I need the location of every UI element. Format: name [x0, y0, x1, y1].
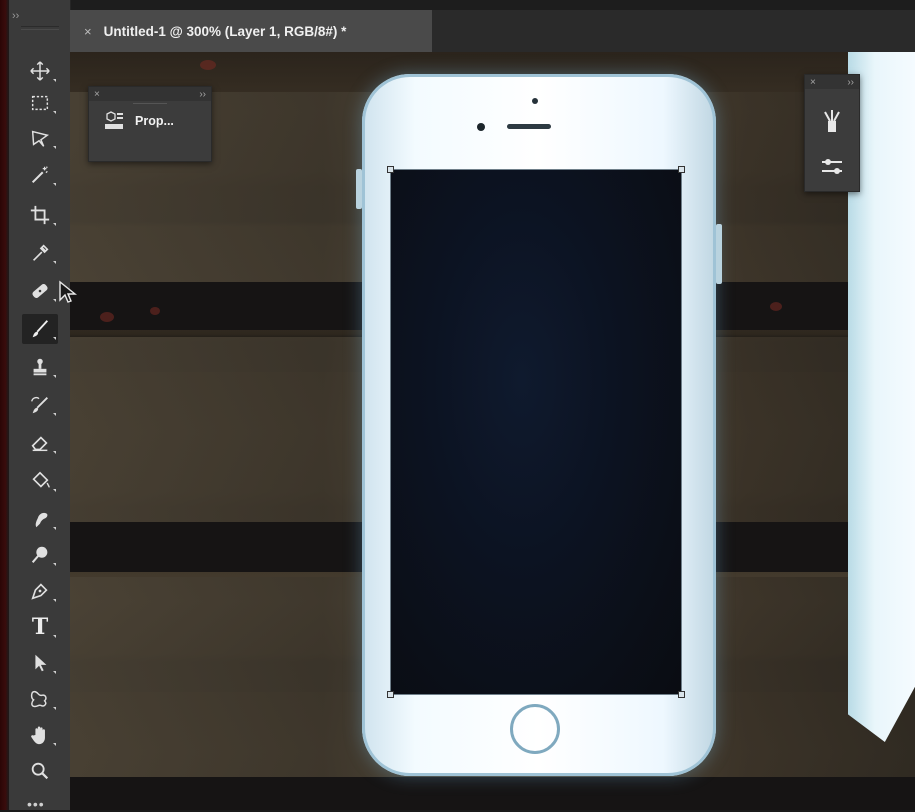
type-tool[interactable]: T [22, 612, 58, 642]
tools-panel: ›› T ••• [9, 0, 71, 812]
panel-close-icon[interactable]: × [94, 89, 100, 100]
phone-speaker [507, 124, 551, 129]
properties-panel: × ›› Prop... [88, 86, 212, 162]
crop-tool[interactable] [22, 200, 58, 230]
properties-icon [105, 111, 123, 129]
mouse-cursor [59, 280, 77, 303]
eyedropper-icon [32, 244, 49, 261]
transform-handle[interactable] [387, 691, 394, 698]
panel-expand-icon[interactable]: ›› [199, 89, 206, 100]
path-selection-tool[interactable] [22, 648, 58, 678]
right-panel-dock: × ›› [804, 74, 860, 192]
paint-bucket-icon [32, 471, 50, 488]
hand-icon [31, 726, 45, 745]
phone-sensor [532, 98, 538, 104]
eyedropper-tool[interactable] [22, 238, 58, 268]
properties-panel-label: Prop... [135, 114, 174, 128]
move-icon [30, 61, 50, 81]
magic-wand-icon [31, 166, 48, 184]
smudge-icon [35, 512, 48, 528]
brush-settings-button[interactable] [818, 107, 846, 135]
lasso-tool[interactable] [22, 123, 58, 153]
bandage-icon [32, 284, 48, 298]
custom-shape-tool[interactable] [22, 684, 58, 714]
phone-camera [477, 123, 485, 131]
dodge-tool[interactable] [22, 540, 58, 570]
magnifier-icon [31, 762, 49, 780]
toolbar-collapse-button[interactable]: ›› [9, 10, 70, 26]
dodge-icon [31, 546, 48, 563]
phone-home-button [510, 704, 560, 754]
eraser-icon [31, 436, 48, 452]
plank-gap [70, 777, 915, 810]
adjustments-button[interactable] [818, 153, 846, 181]
pen-icon [31, 583, 48, 600]
transform-handle[interactable] [678, 166, 685, 173]
paint-bucket-tool[interactable] [22, 466, 58, 496]
move-tool[interactable] [22, 56, 58, 86]
zoom-tool[interactable] [22, 756, 58, 786]
document-canvas[interactable] [70, 52, 915, 810]
magic-wand-tool[interactable] [22, 160, 58, 190]
marquee-icon [31, 95, 49, 111]
window-edge [0, 0, 9, 810]
history-brush-icon [31, 396, 48, 414]
sliders-icon [822, 159, 842, 174]
transform-handle[interactable] [678, 691, 685, 698]
marquee-tool[interactable] [22, 88, 58, 118]
lasso-icon [31, 130, 50, 147]
properties-panel-button[interactable]: Prop... [103, 111, 211, 131]
document-tab-bar: × Untitled-1 @ 300% (Layer 1, RGB/8#) * [70, 10, 915, 52]
arrow-icon [35, 654, 47, 672]
pen-tool[interactable] [22, 576, 58, 606]
toolbar-grip[interactable] [21, 26, 59, 30]
panel-expand-icon[interactable]: ›› [847, 77, 854, 88]
tab-close-icon[interactable]: × [84, 24, 92, 39]
history-brush-tool[interactable] [22, 390, 58, 420]
eraser-tool[interactable] [22, 428, 58, 458]
healing-brush-tool[interactable] [22, 276, 58, 306]
smudge-tool[interactable] [22, 504, 58, 534]
clone-stamp-tool[interactable] [22, 352, 58, 382]
hand-tool[interactable] [22, 720, 58, 750]
transform-handle[interactable] [387, 166, 394, 173]
stamp-icon [33, 358, 47, 376]
phone-image [356, 74, 722, 776]
brush-icon [32, 320, 49, 338]
shape-icon [30, 690, 47, 708]
type-icon: T [31, 614, 49, 640]
brush-settings-icon [824, 110, 840, 132]
crop-icon [30, 205, 50, 225]
document-tab-title: Untitled-1 @ 300% (Layer 1, RGB/8#) * [103, 23, 347, 39]
phone-screen-layer[interactable] [387, 166, 685, 698]
brush-tool[interactable] [22, 314, 58, 344]
panel-close-icon[interactable]: × [810, 77, 816, 88]
top-strip [9, 0, 915, 10]
document-tab[interactable]: × Untitled-1 @ 300% (Layer 1, RGB/8#) * [70, 10, 432, 52]
